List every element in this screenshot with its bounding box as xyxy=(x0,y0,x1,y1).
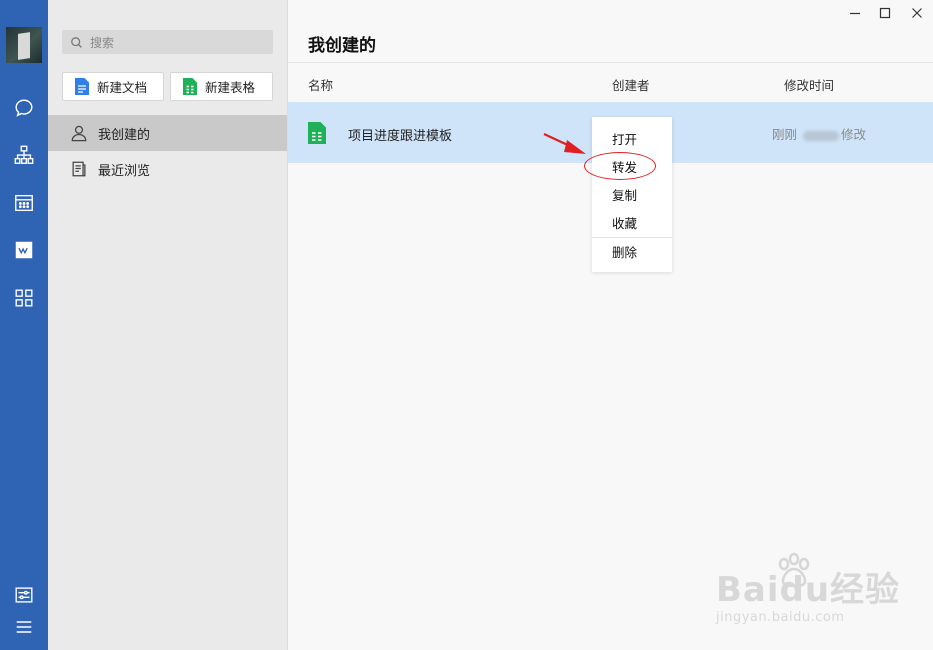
search-input[interactable]: 搜索 xyxy=(62,30,273,54)
watermark-url: jingyan.baidu.com xyxy=(716,610,845,625)
maximize-icon[interactable] xyxy=(876,4,894,22)
file-modified-time: 刚刚 修改 xyxy=(772,124,866,143)
new-sheet-button[interactable]: 新建表格 xyxy=(170,72,273,101)
col-creator-header[interactable]: 创建者 xyxy=(612,75,650,94)
nav-item-recent[interactable]: 最近浏览 xyxy=(48,151,287,187)
file-name: 项目进度跟进模板 xyxy=(348,129,453,144)
nav-item-created-by-me[interactable]: 我创建的 xyxy=(48,115,287,151)
menu-item-open[interactable]: 打开 xyxy=(592,124,672,152)
table-header: 名称 创建者 修改时间 xyxy=(288,62,933,102)
watermark-brand: Baidu经验 xyxy=(716,570,901,610)
side-panel: 搜索 新建文档 新建表格 我创建的 最近浏览 xyxy=(48,0,288,650)
menu-item-favorite[interactable]: 收藏 xyxy=(592,208,672,236)
doc-file-icon xyxy=(75,78,89,95)
search-icon xyxy=(71,36,82,48)
person-icon xyxy=(71,125,87,142)
close-icon[interactable] xyxy=(908,4,926,22)
menu-icon[interactable] xyxy=(12,615,36,639)
page-title: 我创建的 xyxy=(308,36,376,56)
recent-doc-icon xyxy=(72,161,86,177)
baidu-watermark: Baidu经验 jingyan.baidu.com xyxy=(716,552,926,632)
org-icon[interactable] xyxy=(12,143,36,167)
minimize-icon[interactable] xyxy=(846,4,864,22)
settings-icon[interactable] xyxy=(12,583,36,607)
menu-item-copy[interactable]: 复制 xyxy=(592,180,672,208)
highlight-circle xyxy=(584,152,656,180)
red-arrow-icon xyxy=(543,133,586,154)
search-placeholder: 搜索 xyxy=(90,35,115,50)
menu-item-delete[interactable]: 删除 xyxy=(592,237,672,265)
nav-label-recent: 最近浏览 xyxy=(98,163,151,179)
col-name-header[interactable]: 名称 xyxy=(308,75,333,94)
new-sheet-label: 新建表格 xyxy=(205,80,256,95)
col-modified-header[interactable]: 修改时间 xyxy=(784,75,834,94)
doc-app-icon[interactable] xyxy=(12,238,36,262)
avatar[interactable] xyxy=(6,27,42,63)
redacted-name xyxy=(803,130,839,141)
calendar-icon[interactable] xyxy=(12,191,36,215)
left-rail xyxy=(0,0,48,650)
apps-icon[interactable] xyxy=(12,286,36,310)
nav-label-created: 我创建的 xyxy=(98,127,151,143)
sheet-file-icon xyxy=(308,122,326,144)
new-doc-button[interactable]: 新建文档 xyxy=(62,72,164,101)
new-doc-label: 新建文档 xyxy=(97,80,148,95)
sheet-file-icon xyxy=(183,78,197,95)
modified-suffix: 修改 xyxy=(841,127,867,142)
chat-icon[interactable] xyxy=(12,96,36,120)
context-menu: 打开 转发 复制 收藏 删除 xyxy=(592,117,672,272)
modified-prefix: 刚刚 xyxy=(772,127,798,142)
